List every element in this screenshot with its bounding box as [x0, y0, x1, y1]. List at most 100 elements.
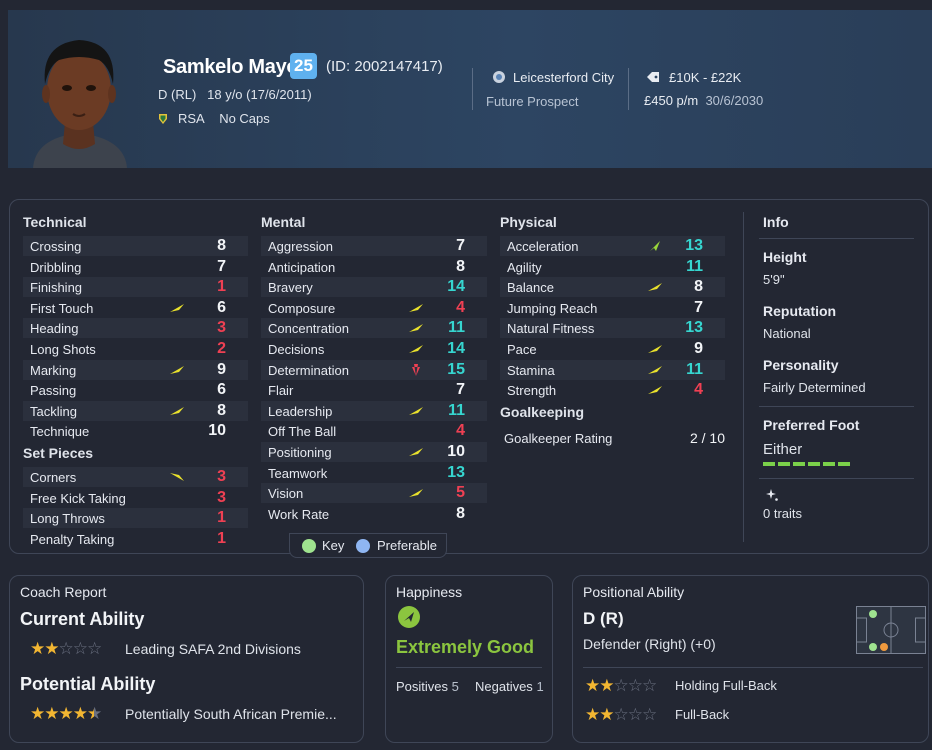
attribute-row[interactable]: Free Kick Taking 3	[23, 488, 248, 508]
happiness-rule	[396, 667, 542, 668]
info-rule	[759, 238, 914, 239]
attribute-label: Work Rate	[268, 506, 330, 522]
attribute-row[interactable]: Work Rate 8	[261, 504, 487, 524]
attribute-row[interactable]: Technique 10	[23, 421, 248, 441]
current-ability-label: Current Ability	[20, 609, 145, 629]
attribute-row[interactable]: Determination 15	[261, 359, 487, 380]
attribute-label: Marking	[30, 362, 77, 378]
club-line[interactable]: Leicesterford City	[492, 70, 614, 85]
transfer-value: £10K - £22K	[669, 70, 742, 85]
attribute-row[interactable]: Finishing 1	[23, 277, 248, 298]
attribute-row[interactable]: Vision 5	[261, 483, 487, 504]
attribute-row[interactable]: Off The Ball 4	[261, 421, 487, 441]
attribute-row[interactable]: Corners 3	[23, 467, 248, 487]
attribute-label: Finishing	[30, 280, 83, 296]
attribute-row[interactable]: Natural Fitness 13	[500, 318, 725, 339]
progress-arrow-icon	[648, 386, 662, 395]
player-nation[interactable]: RSA	[178, 111, 205, 126]
attribute-row[interactable]: Jumping Reach 7	[500, 298, 725, 318]
star-icon: ☆	[58, 639, 74, 658]
legend-preferable[interactable]: Preferable	[377, 538, 437, 553]
mental-heading: Mental	[261, 214, 306, 230]
attribute-row[interactable]: Bravery 14	[261, 277, 487, 298]
star-icon: ★	[599, 705, 614, 724]
attribute-value: 7	[456, 237, 465, 254]
attribute-row[interactable]: Heading 3	[23, 318, 248, 339]
attribute-row[interactable]: Long Throws 1	[23, 508, 248, 529]
nationality-line: RSA No Caps	[158, 111, 270, 126]
attribute-row[interactable]: Agility 11	[500, 257, 725, 277]
attribute-row[interactable]: Composure 4	[261, 298, 487, 318]
attribute-row[interactable]: Penalty Taking 1	[23, 529, 248, 549]
sparkle-icon	[766, 489, 778, 501]
attribute-value: 14	[447, 278, 465, 296]
attribute-row[interactable]: Concentration 11	[261, 318, 487, 339]
attribute-row[interactable]: Decisions 14	[261, 339, 487, 359]
happiness-card[interactable]: Happiness Extremely Good Positives 5 Neg…	[385, 575, 553, 743]
attribute-value: 11	[686, 360, 703, 378]
attribute-row[interactable]: Anticipation 8	[261, 257, 487, 277]
attribute-row[interactable]: Acceleration 13	[500, 236, 725, 256]
attribute-label: Anticipation	[268, 259, 336, 275]
attribute-row[interactable]: Tackling 8	[23, 400, 248, 421]
traits-count[interactable]: 0 traits	[763, 506, 802, 521]
attribute-label: Passing	[30, 383, 77, 399]
attribute-row[interactable]: Teamwork 13	[261, 463, 487, 483]
attribute-value: 2	[217, 340, 226, 357]
progress-arrow-icon	[170, 365, 184, 374]
contract-expiry: 30/6/2030	[705, 93, 764, 108]
attribute-label: Bravery	[268, 280, 313, 296]
attribute-row[interactable]: Crossing 8	[23, 236, 248, 256]
progress-arrow-icon	[170, 303, 184, 312]
player-id: (ID: 2002147417)	[326, 58, 443, 75]
attribute-label: Strength	[507, 383, 557, 399]
attribute-value: 3	[217, 488, 226, 506]
positional-rule	[583, 667, 923, 668]
position-code: D (R)	[583, 609, 624, 628]
club-name[interactable]: Leicesterford City	[513, 70, 614, 85]
attribute-row[interactable]: Positioning 10	[261, 442, 487, 462]
personality-value: Fairly Determined	[763, 380, 866, 395]
attribute-row[interactable]: Passing 6	[23, 380, 248, 400]
star-icon: ★	[44, 639, 59, 658]
role-label[interactable]: Full-Back	[675, 707, 729, 722]
star-icon: ★	[58, 704, 74, 723]
star-icon: ☆	[613, 676, 629, 695]
attribute-label: Off The Ball	[268, 424, 337, 440]
legend-key[interactable]: Key	[322, 538, 344, 553]
star-icon: ☆	[627, 676, 643, 695]
star-icon: ★	[585, 676, 600, 695]
attribute-value: 9	[694, 340, 703, 357]
role-label[interactable]: Holding Full-Back	[675, 678, 777, 693]
attribute-label: Flair	[268, 383, 294, 399]
attribute-row[interactable]: Balance 8	[500, 277, 725, 298]
attribute-row[interactable]: Pace 9	[500, 339, 725, 359]
attribute-row[interactable]: Dribbling 7	[23, 257, 248, 277]
attribute-row[interactable]: Marking 9	[23, 359, 248, 380]
attribute-value: 1	[217, 509, 226, 527]
potential-ability-text: Potentially South African Premie...	[125, 706, 337, 722]
preferable-dot-icon	[356, 539, 370, 553]
happiness-level: Extremely Good	[396, 637, 535, 657]
progress-arrow-icon	[409, 448, 423, 456]
attribute-label: Natural Fitness	[507, 321, 595, 337]
attribute-label: Decisions	[268, 342, 325, 357]
attribute-row[interactable]: First Touch 6	[23, 298, 248, 318]
goalkeeper-rating-label: Goalkeeper Rating	[504, 431, 613, 446]
progress-arrow-icon	[648, 345, 662, 353]
goalkeeper-rating-value: 2 / 10	[689, 430, 725, 446]
current-ability-text: Leading SAFA 2nd Divisions	[125, 641, 301, 657]
attribute-row[interactable]: Strength 4	[500, 380, 725, 400]
wage: £450 p/m	[644, 93, 699, 108]
attribute-row[interactable]: Aggression 7	[261, 236, 487, 256]
attribute-row[interactable]: Long Shots 2	[23, 339, 248, 359]
attribute-row[interactable]: Leadership 11	[261, 400, 487, 421]
goalkeeper-rating-row[interactable]: Goalkeeper Rating 2 / 10	[497, 428, 729, 448]
pitch-position-map[interactable]	[856, 606, 926, 654]
attribute-value: 3	[217, 319, 226, 337]
set-pieces-heading: Set Pieces	[23, 445, 94, 461]
attribute-row[interactable]: Flair 7	[261, 380, 487, 400]
attribute-row[interactable]: Stamina 11	[500, 359, 725, 380]
star-icon: ☆	[642, 676, 657, 695]
attribute-value: 4	[694, 381, 703, 399]
